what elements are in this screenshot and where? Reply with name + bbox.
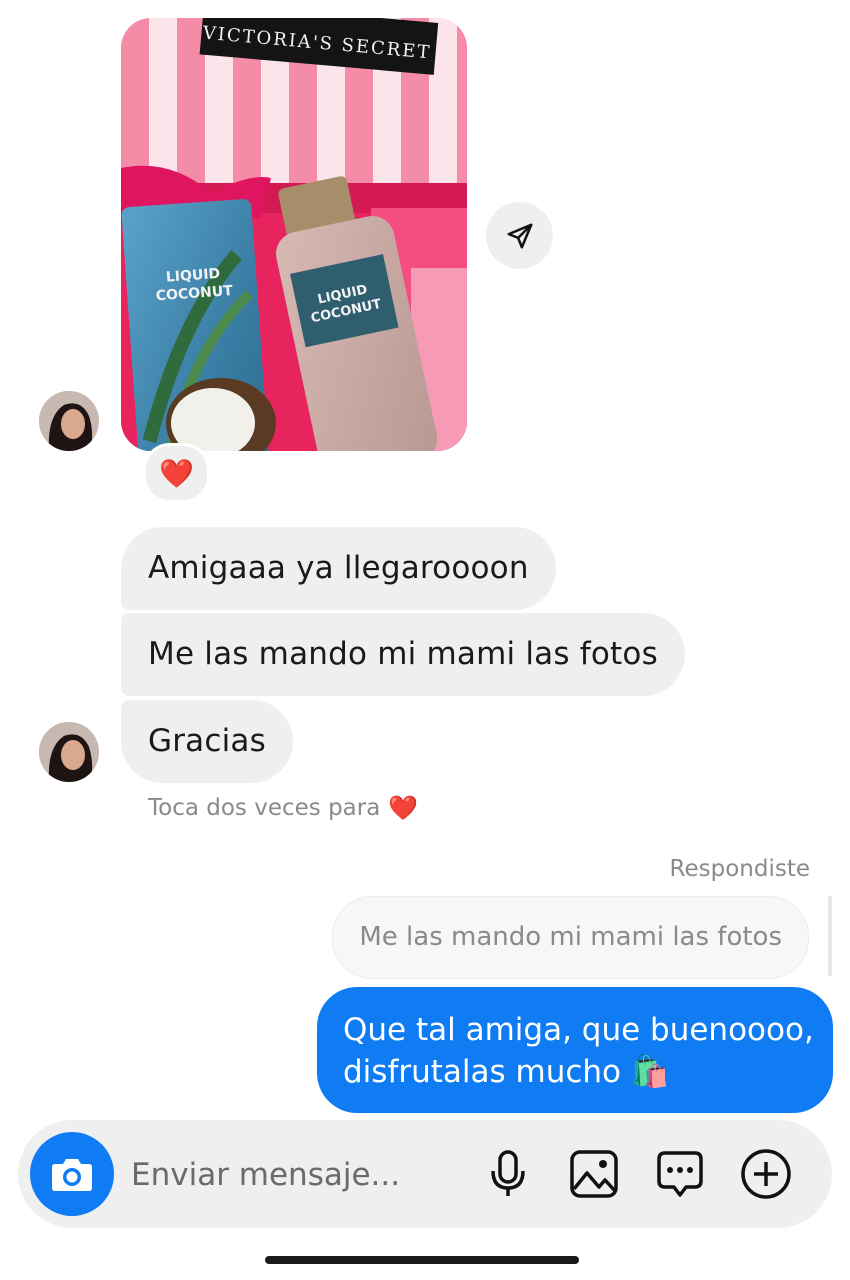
outgoing-message-line: disfrutalas mucho 🛍️ bbox=[343, 1054, 670, 1090]
avatar[interactable] bbox=[39, 722, 99, 782]
avatar[interactable] bbox=[39, 391, 99, 451]
sticker-icon bbox=[657, 1151, 703, 1197]
reaction-badge[interactable]: ❤️ bbox=[143, 443, 210, 503]
double-tap-hint-text: Toca dos veces para bbox=[148, 795, 381, 821]
outgoing-message-bubble[interactable]: Que tal amiga, que buenoooo, disfrutalas… bbox=[317, 987, 833, 1113]
avatar-image bbox=[39, 722, 99, 782]
gallery-icon bbox=[570, 1150, 618, 1198]
shared-photo[interactable]: VICTORIA'S SECRET LIQUID COCONUT LIQUID … bbox=[121, 18, 467, 451]
plus-icon bbox=[741, 1149, 791, 1199]
camera-icon bbox=[52, 1159, 92, 1191]
quoted-message[interactable]: Me las mando mi mami las fotos bbox=[332, 896, 809, 979]
heart-icon: ❤️ bbox=[388, 794, 419, 822]
double-tap-hint: Toca dos veces para ❤️ bbox=[148, 794, 418, 822]
home-indicator[interactable] bbox=[265, 1256, 579, 1264]
shared-photo-image: VICTORIA'S SECRET LIQUID COCONUT LIQUID … bbox=[121, 18, 467, 451]
share-button[interactable] bbox=[486, 202, 553, 269]
avatar-image bbox=[39, 391, 99, 451]
gallery-button[interactable] bbox=[566, 1146, 622, 1202]
camera-button[interactable] bbox=[30, 1132, 114, 1216]
replied-label: Respondiste bbox=[669, 856, 810, 882]
paper-plane-icon bbox=[507, 223, 532, 248]
message-bubble[interactable]: Amigaaa ya llegaroooon bbox=[121, 527, 556, 610]
message-bubble[interactable]: Me las mando mi mami las fotos bbox=[121, 613, 685, 696]
quote-indicator-bar bbox=[828, 896, 832, 976]
message-bubble[interactable]: Gracias bbox=[121, 700, 293, 783]
microphone-icon bbox=[491, 1150, 525, 1196]
plus-button[interactable] bbox=[738, 1146, 794, 1202]
sticker-button[interactable] bbox=[652, 1146, 708, 1202]
message-input[interactable] bbox=[131, 1148, 461, 1202]
outgoing-message-line: Que tal amiga, que buenoooo, bbox=[343, 1012, 814, 1048]
microphone-button[interactable] bbox=[480, 1146, 536, 1202]
heart-icon: ❤️ bbox=[159, 456, 194, 490]
